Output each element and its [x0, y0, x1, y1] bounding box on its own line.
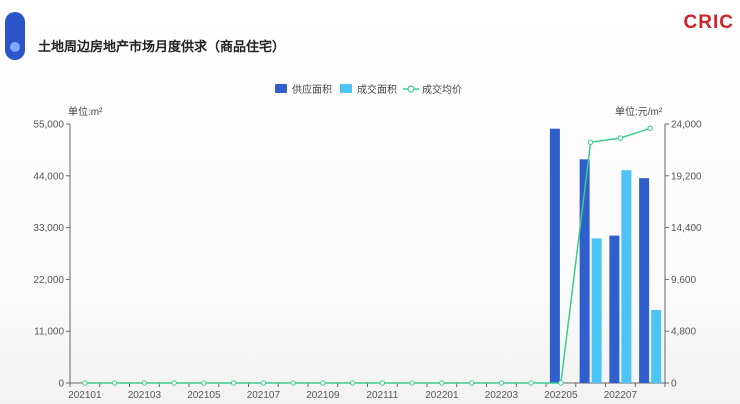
price-point-202205: [558, 380, 564, 386]
x-tick-label: 202203: [485, 390, 519, 401]
price-point-202101: [82, 380, 88, 386]
right-axis-unit: 单位:元/m²: [615, 105, 663, 118]
legend-label-1: 成交面积: [357, 83, 397, 96]
left-axis-unit: 单位:m²: [68, 105, 103, 118]
price-point-202108: [290, 380, 296, 386]
left-tick-label: 55,000: [33, 120, 64, 131]
right-tick-label: 24,000: [671, 120, 702, 131]
x-tick-label: 202111: [366, 390, 398, 401]
price-line: [84, 127, 651, 384]
x-tick-label: 202207: [604, 390, 638, 401]
x-tick-label: 202103: [128, 390, 162, 401]
bar-supply-202205: [549, 128, 560, 383]
x-tick-label: 202205: [544, 390, 578, 401]
left-tick-label: 0: [58, 379, 64, 390]
left-tick-label: 44,000: [33, 171, 64, 182]
price-point-202203: [498, 380, 505, 386]
x-tick-label: 202107: [247, 390, 281, 401]
price-point-202110: [349, 380, 356, 386]
bar-supply-202207: [609, 235, 620, 383]
supply-demand-chart: 供应面积 成交面积 成交均价单位:m² 单位:元/m² 0 11,000 22,000 33,…: [33, 83, 702, 401]
legend-swatch-1: [340, 84, 352, 93]
right-tick-label: 14,400: [671, 223, 702, 234]
price-point-202103: [141, 380, 148, 386]
price-point-202206: [587, 139, 594, 146]
bar-deal-202208: [651, 310, 662, 383]
right-tick-label: 9,600: [671, 275, 696, 286]
bar-deal-202207: [621, 170, 632, 383]
price-point-202104: [171, 380, 177, 386]
price-point-202207: [617, 135, 624, 141]
price-point-202109: [320, 380, 326, 386]
legend-swatch-0: [275, 84, 287, 93]
price-point-202102: [111, 380, 118, 386]
price-point-202204: [528, 380, 534, 386]
price-point-202202: [468, 380, 475, 386]
x-tick-label: 202101: [68, 390, 102, 401]
bar-supply-202208: [639, 178, 650, 383]
price-point-202106: [230, 380, 237, 386]
left-tick-label: 11,000: [34, 327, 64, 338]
x-tick-label: 202201: [425, 390, 459, 401]
price-point-202105: [201, 380, 207, 386]
left-tick-label: 33,000: [33, 223, 64, 234]
right-tick-label: 0: [671, 379, 677, 390]
left-tick-label: 22,000: [33, 275, 64, 286]
price-point-202208: [647, 125, 653, 132]
price-point-202107: [260, 380, 267, 386]
price-point-202201: [439, 380, 445, 386]
x-tick-label: 202109: [306, 390, 340, 401]
price-point-202111: [379, 380, 386, 386]
right-tick-label: 4,800: [671, 327, 696, 338]
legend-label-2: 成交均价: [422, 83, 462, 96]
legend-marker-2: [407, 85, 415, 93]
price-point-202112: [409, 380, 415, 386]
legend-label-0: 供应面积: [292, 83, 332, 96]
right-tick-label: 19,200: [671, 171, 702, 182]
bar-deal-202206: [591, 238, 602, 383]
x-tick-label: 202105: [187, 390, 221, 401]
